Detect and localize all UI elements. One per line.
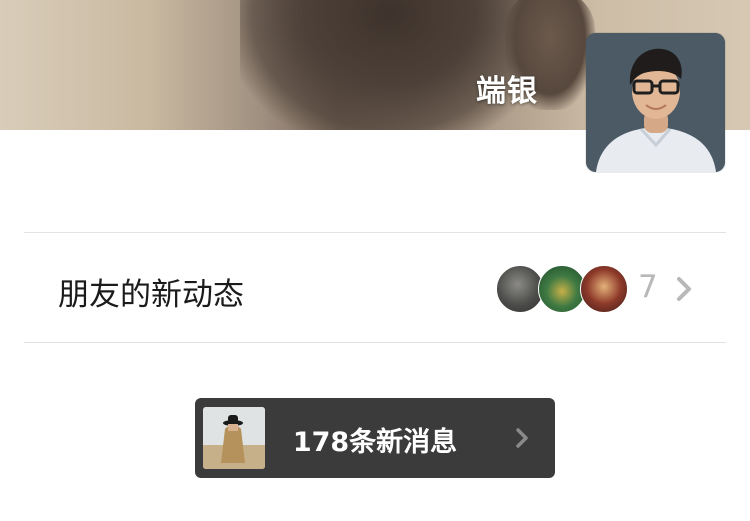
friends-avatar-stack — [496, 265, 628, 313]
profile-name[interactable]: 端银 — [476, 66, 538, 110]
new-messages-button[interactable]: 178条新消息 — [195, 398, 555, 478]
cover-figure — [240, 0, 540, 130]
new-messages-label: 178条新消息 — [292, 427, 458, 458]
friends-activity-row[interactable]: 朋友的新动态 7 — [0, 233, 750, 343]
friend-avatar — [580, 265, 628, 313]
divider-bottom — [24, 342, 726, 343]
friends-activity-label: 朋友的新动态 — [58, 277, 244, 313]
chevron-right-icon — [677, 277, 691, 301]
moments-screen: 端银 朋友的新动态 7 178条新消息 — [0, 0, 750, 521]
friend-avatar — [538, 265, 586, 313]
friends-activity-count: 7 — [638, 269, 658, 305]
friend-avatar — [496, 265, 544, 313]
profile-avatar[interactable] — [586, 33, 725, 172]
chevron-right-icon — [516, 428, 528, 448]
